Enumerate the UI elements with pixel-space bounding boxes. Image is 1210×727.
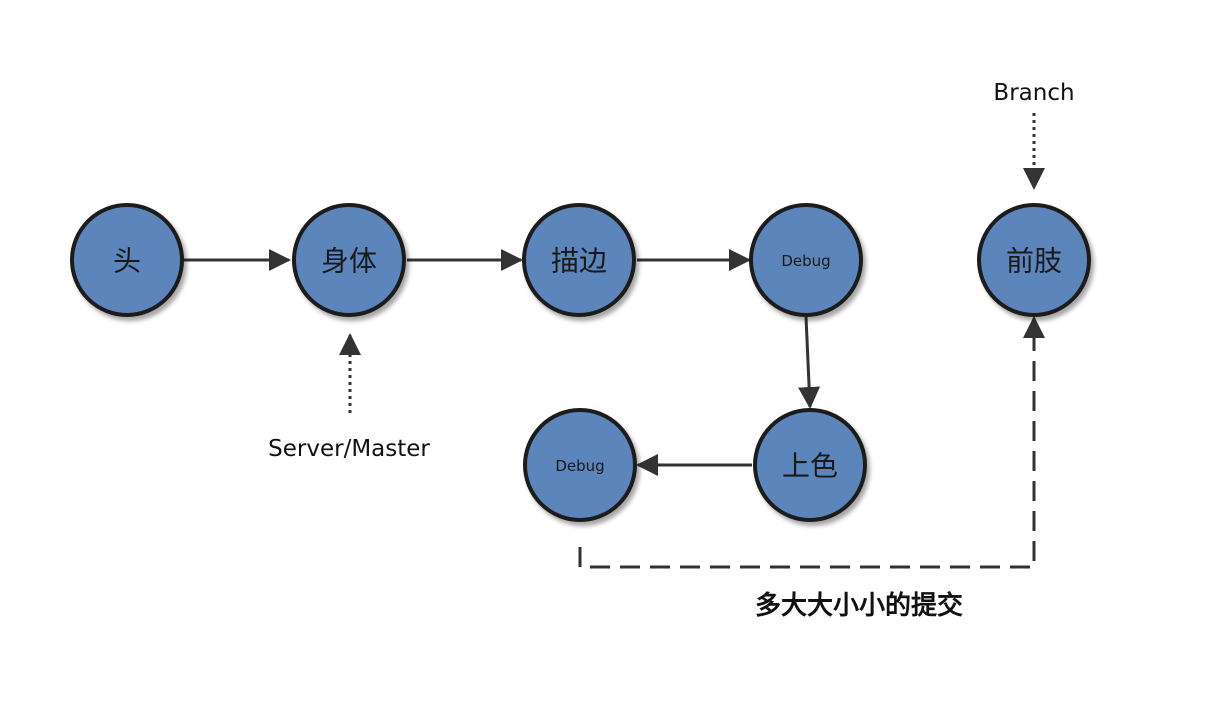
node-body: 身体 xyxy=(292,203,406,317)
node-outline: 描边 xyxy=(522,203,636,317)
branch-label: Branch xyxy=(993,80,1074,106)
node-limbs-label: 前肢 xyxy=(1006,245,1062,278)
node-debug-top-label: Debug xyxy=(781,252,830,270)
node-coloring: 上色 xyxy=(753,408,867,522)
node-debug-top: Debug xyxy=(749,203,863,317)
node-head-label: 头 xyxy=(113,245,141,278)
node-limbs: 前肢 xyxy=(977,203,1091,317)
server-master-label: Server/Master xyxy=(268,436,430,462)
node-debug-bottom-label: Debug xyxy=(555,457,604,475)
commit-flow-diagram: 头 身体 描边 Debug 上色 Debug 前肢 Server/Master … xyxy=(70,80,1091,621)
node-head: 头 xyxy=(70,203,184,317)
node-outline-label: 描边 xyxy=(551,245,607,278)
node-coloring-label: 上色 xyxy=(782,450,838,483)
node-body-label: 身体 xyxy=(321,245,377,278)
edge-debug-top-to-coloring xyxy=(798,316,821,409)
node-debug-bottom: Debug xyxy=(523,408,637,522)
merge-caption: 多大大小小的提交 xyxy=(755,590,963,621)
